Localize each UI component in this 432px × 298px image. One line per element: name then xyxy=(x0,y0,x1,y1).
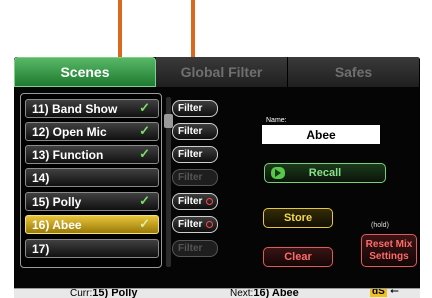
store-button[interactable]: Store xyxy=(263,208,333,228)
reset-mix-settings-button[interactable]: Reset Mix Settings xyxy=(361,234,417,267)
filter-label: Filter xyxy=(178,172,203,183)
tab-scenes[interactable]: Scenes xyxy=(14,57,156,87)
recall-icon xyxy=(271,167,285,179)
scene-item-17[interactable]: 17) xyxy=(25,239,159,258)
scene-item-14[interactable]: 14) xyxy=(25,168,159,187)
name-label: Name: xyxy=(266,117,287,124)
tab-bar: Scenes Global Filter Safes xyxy=(14,57,420,87)
hold-hint: (hold) xyxy=(371,222,389,229)
filter-label: Filter xyxy=(178,149,203,160)
tab-safes[interactable]: Safes xyxy=(288,57,420,87)
scene-item-15[interactable]: 15) Polly ✓ xyxy=(25,192,159,211)
scene-item-16-selected[interactable]: 16) Abee ✓ xyxy=(25,215,159,234)
filter-label: Filter xyxy=(178,126,203,137)
current-scene: Curr:15) Polly xyxy=(70,288,138,298)
filter-button-15[interactable]: Filter xyxy=(172,193,218,210)
check-icon: ✓ xyxy=(139,100,150,115)
mixer-screen: Scenes Global Filter Safes 11) Band Show… xyxy=(14,57,420,298)
ds-badge: dS xyxy=(370,288,387,297)
filter-button-14[interactable]: Filter xyxy=(172,169,218,186)
check-icon: ✓ xyxy=(139,216,150,231)
filter-active-icon xyxy=(206,221,213,228)
clear-button[interactable]: Clear xyxy=(263,247,333,267)
curr-value: 15) Polly xyxy=(92,288,138,298)
filter-button-16[interactable]: Filter xyxy=(172,216,218,233)
check-icon: ✓ xyxy=(139,146,150,161)
filter-button-11[interactable]: Filter xyxy=(172,100,218,117)
check-icon: ✓ xyxy=(139,123,150,138)
next-value: 16) Abee xyxy=(253,288,299,298)
scrollbar-thumb[interactable] xyxy=(164,114,173,128)
scene-label: 14) xyxy=(32,170,50,185)
curr-label: Curr: xyxy=(70,288,93,298)
scene-label: 13) Function xyxy=(32,147,104,162)
reset-label-line1: Reset Mix xyxy=(365,238,413,250)
filter-button-12[interactable]: Filter xyxy=(172,123,218,140)
tab-global-filter[interactable]: Global Filter xyxy=(156,57,288,87)
recall-button[interactable]: Recall xyxy=(264,163,386,183)
scene-item-13[interactable]: 13) Function ✓ xyxy=(25,145,159,164)
filter-label: Filter xyxy=(178,196,203,207)
reset-label-line2: Settings xyxy=(369,250,409,262)
filter-label: Filter xyxy=(178,219,203,230)
next-label: Next: xyxy=(230,288,254,298)
scene-label: 15) Polly xyxy=(32,194,82,209)
filter-button-13[interactable]: Filter xyxy=(172,146,218,163)
scene-item-11[interactable]: 11) Band Show ✓ xyxy=(25,99,159,118)
filter-button-17[interactable]: Filter xyxy=(172,240,218,257)
scene-label: 12) Open Mic xyxy=(32,124,107,139)
next-scene: Next:16) Abee xyxy=(230,288,299,298)
scene-label: 16) Abee xyxy=(32,217,82,232)
scene-label: 17) xyxy=(32,241,50,256)
scene-label: 11) Band Show xyxy=(32,101,118,116)
filter-label: Filter xyxy=(178,243,203,254)
scene-name-field[interactable]: Abee xyxy=(262,125,380,144)
status-bar: Curr:15) Polly Next:16) Abee dS ⭠ xyxy=(14,288,420,298)
check-icon: ✓ xyxy=(139,193,150,208)
usb-icon: ⭠ xyxy=(390,288,399,297)
scene-list: 11) Band Show ✓ 12) Open Mic ✓ 13) Funct… xyxy=(20,93,162,268)
filter-label: Filter xyxy=(178,103,203,114)
scene-item-12[interactable]: 12) Open Mic ✓ xyxy=(25,122,159,141)
filter-active-icon xyxy=(206,198,213,205)
recall-label: Recall xyxy=(308,167,342,179)
